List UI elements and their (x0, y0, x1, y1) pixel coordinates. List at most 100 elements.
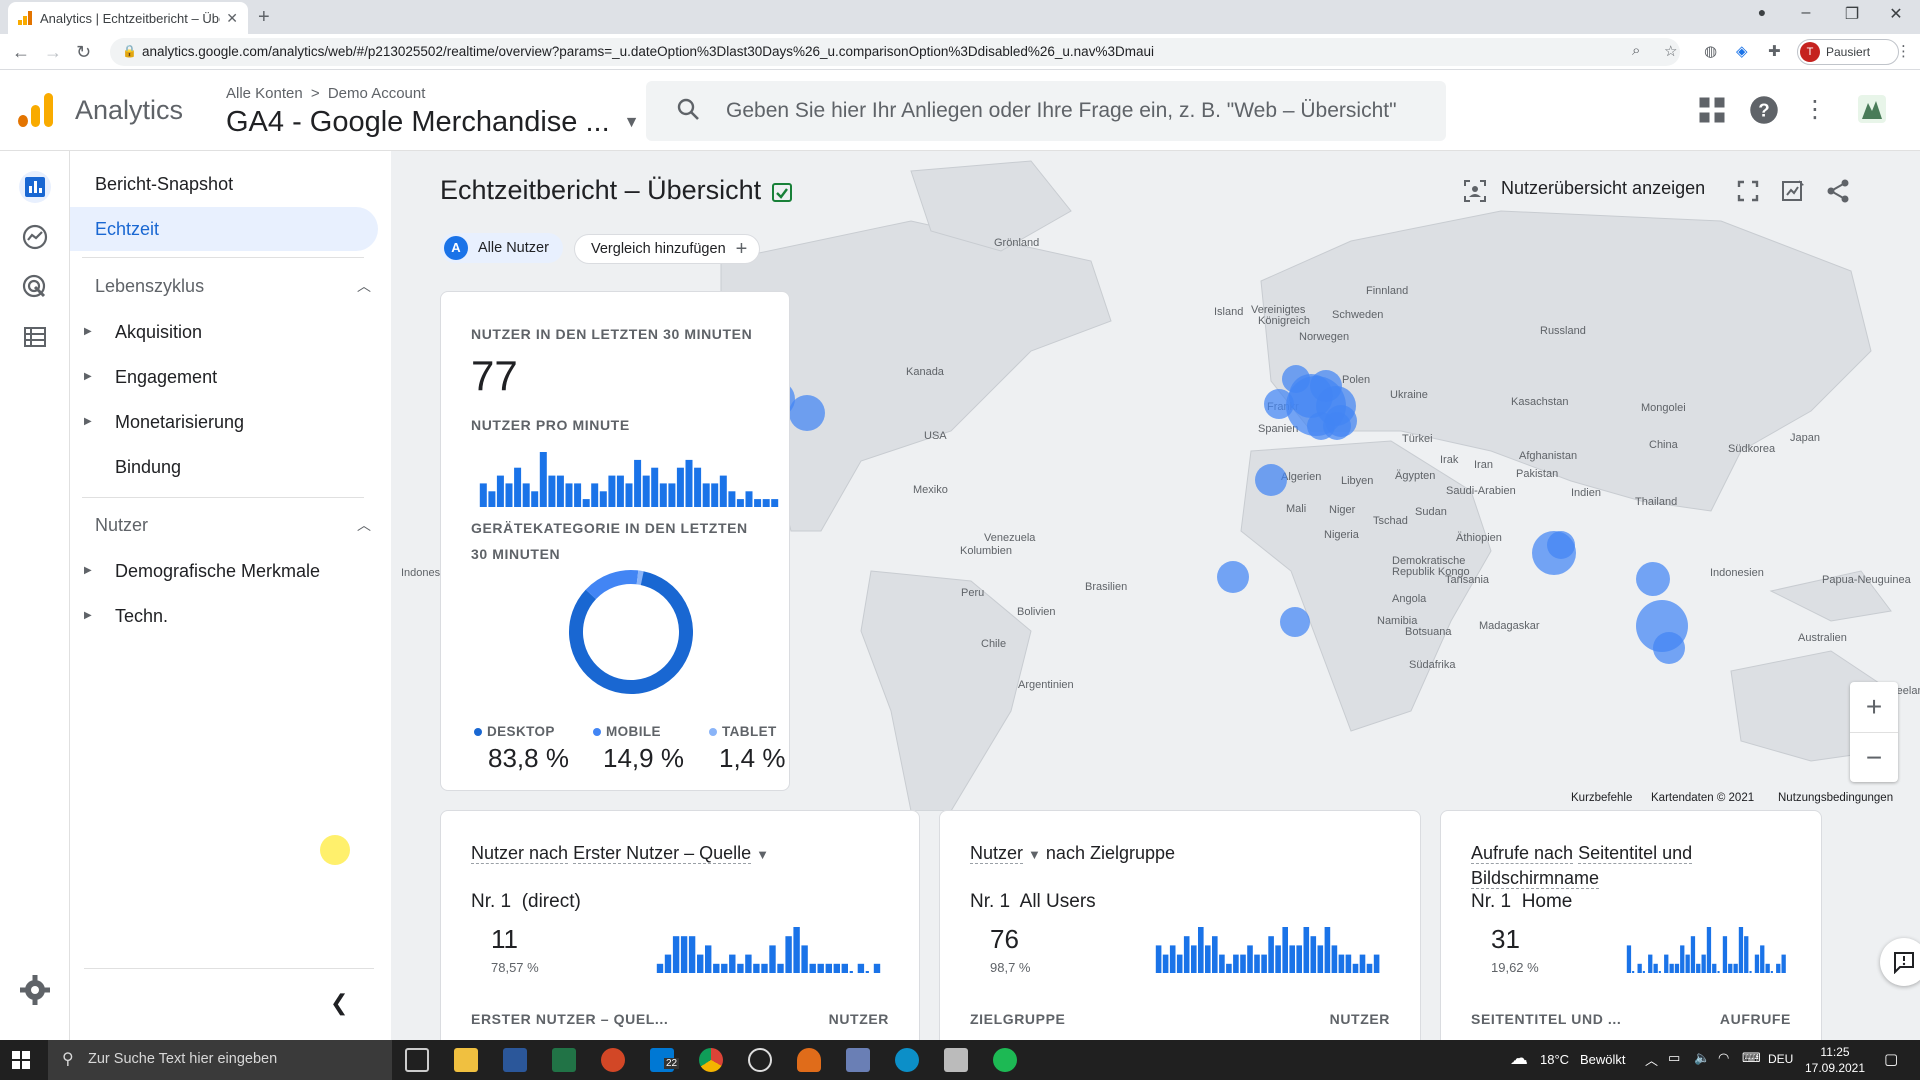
nav-demographics[interactable]: ▶ Demografische Merkmale (70, 551, 370, 591)
extension-tag-icon[interactable]: ◈ (1736, 42, 1748, 60)
spark-bar[interactable] (705, 945, 712, 973)
spark-bar[interactable] (1162, 954, 1169, 973)
minute-bar[interactable] (505, 483, 513, 507)
map-shortcuts-link[interactable]: Kurzbefehle (1571, 792, 1632, 804)
nav-tech[interactable]: ▶ Techn. (70, 596, 370, 636)
spark-bar[interactable] (1338, 954, 1345, 973)
spark-bar[interactable] (1781, 954, 1786, 973)
app-icon-2[interactable] (846, 1048, 870, 1072)
spark-bar[interactable] (857, 963, 865, 973)
profile-button[interactable]: T Pausiert (1797, 39, 1899, 65)
spark-bar[interactable] (1642, 971, 1645, 973)
collapse-nav-chevron-icon[interactable]: ❮ (330, 990, 348, 1016)
spark-bar[interactable] (1282, 927, 1288, 973)
spark-bar[interactable] (713, 963, 720, 973)
minute-bar[interactable] (728, 491, 736, 507)
minimize-icon[interactable]: – (1786, 4, 1826, 22)
spark-bar[interactable] (1658, 971, 1661, 973)
column-header-metric[interactable]: NUTZER (1330, 1011, 1390, 1027)
spark-bar[interactable] (1653, 963, 1658, 973)
map-user-bubble[interactable] (1217, 561, 1249, 593)
spark-bar[interactable] (1205, 945, 1211, 973)
volume-icon[interactable]: 🔈 (1694, 1050, 1710, 1066)
column-header-metric[interactable]: AUFRUFE (1720, 1011, 1791, 1027)
minute-bar[interactable] (539, 452, 547, 507)
minute-bar[interactable] (608, 475, 616, 507)
minute-bar[interactable] (582, 499, 590, 507)
spark-bar[interactable] (1712, 963, 1717, 973)
spark-bar[interactable] (1728, 963, 1733, 973)
crumb-account[interactable]: Demo Account (328, 85, 426, 102)
spark-bar[interactable] (1183, 936, 1190, 973)
app-icon[interactable] (797, 1048, 821, 1072)
map-user-bubble[interactable] (1653, 632, 1685, 664)
spark-bar[interactable] (1776, 963, 1781, 973)
spark-bar[interactable] (1169, 945, 1176, 973)
spark-bar[interactable] (1226, 963, 1232, 973)
spark-bar[interactable] (1701, 954, 1706, 973)
spark-bar[interactable] (1352, 963, 1359, 973)
spark-bar[interactable] (1233, 954, 1239, 973)
spark-bar[interactable] (1296, 945, 1302, 973)
spark-bar[interactable] (793, 927, 800, 973)
apps-grid-icon[interactable] (1697, 95, 1727, 125)
spark-bar[interactable] (785, 936, 792, 973)
minute-bar[interactable] (711, 483, 719, 507)
spark-bar[interactable] (1648, 954, 1653, 973)
minute-bar[interactable] (599, 491, 607, 507)
add-comparison-button[interactable]: Vergleich hinzufügen + (574, 234, 761, 264)
share-icon[interactable] (1825, 178, 1851, 204)
minute-bar[interactable] (514, 467, 522, 507)
edge-icon[interactable] (895, 1048, 919, 1072)
minute-bar[interactable] (565, 483, 573, 507)
spark-bar[interactable] (1366, 963, 1373, 973)
map-terms-link[interactable]: Nutzungsbedingungen (1778, 792, 1893, 804)
spark-bar[interactable] (1219, 954, 1225, 973)
customize-report-icon[interactable] (1780, 178, 1806, 204)
chrome-icon[interactable] (699, 1048, 723, 1072)
spark-bar[interactable] (1176, 954, 1183, 973)
nav-engagement[interactable]: ▶ Engagement (70, 357, 370, 397)
nav-section-lifecycle[interactable]: Lebenszyklus ︿ (95, 276, 371, 297)
minute-bar[interactable] (496, 475, 504, 507)
spark-bar[interactable] (1240, 954, 1246, 973)
card-title-metric[interactable]: Aufrufe nach (1471, 843, 1574, 864)
spark-bar[interactable] (1268, 936, 1274, 973)
close-tab-icon[interactable]: ✕ (226, 10, 238, 27)
more-vert-icon[interactable]: ⋮ (1800, 95, 1830, 125)
reload-icon[interactable]: ↻ (76, 42, 91, 63)
minute-bar[interactable] (771, 499, 779, 507)
notepad-icon[interactable] (944, 1048, 968, 1072)
map-user-bubble[interactable] (1255, 464, 1287, 496)
word-icon[interactable] (503, 1048, 527, 1072)
dropdown-caret-icon[interactable]: ▼ (1028, 847, 1041, 862)
close-window-icon[interactable]: ✕ (1876, 4, 1916, 24)
spark-bar[interactable] (721, 963, 728, 973)
spark-bar[interactable] (777, 963, 784, 973)
breadcrumb[interactable]: Alle Konten > Demo Account (226, 85, 425, 102)
search-input[interactable] (726, 95, 1426, 127)
map-user-bubble[interactable] (1547, 531, 1575, 559)
spark-bar[interactable] (1373, 954, 1380, 973)
minute-bar[interactable] (616, 475, 624, 507)
segment-chip-all-users[interactable]: A Alle Nutzer (440, 233, 563, 263)
spark-bar[interactable] (841, 963, 848, 973)
nav-monetization[interactable]: ▶ Monetarisierung (70, 402, 370, 442)
card-title-dimension[interactable]: nach Zielgruppe (1046, 843, 1175, 863)
spark-bar[interactable] (1706, 927, 1712, 973)
wifi-icon[interactable]: ◠ (1718, 1050, 1729, 1066)
zoom-out-button[interactable]: − (1850, 732, 1898, 782)
spark-bar[interactable] (1690, 936, 1696, 973)
spark-bar[interactable] (1722, 936, 1728, 973)
card-title-dimension[interactable]: Erster Nutzer – Quelle (573, 843, 752, 864)
verified-check-icon[interactable] (771, 181, 793, 203)
spark-bar[interactable] (1331, 945, 1338, 973)
excel-icon[interactable] (552, 1048, 576, 1072)
feedback-button[interactable] (1880, 938, 1920, 986)
windows-start-icon[interactable] (12, 1051, 30, 1069)
minute-bar[interactable] (736, 499, 744, 507)
spark-bar[interactable] (1303, 927, 1310, 973)
extension-icon[interactable]: ◍ (1704, 42, 1717, 60)
spark-bar[interactable] (817, 963, 824, 973)
spark-bar[interactable] (1317, 945, 1324, 973)
